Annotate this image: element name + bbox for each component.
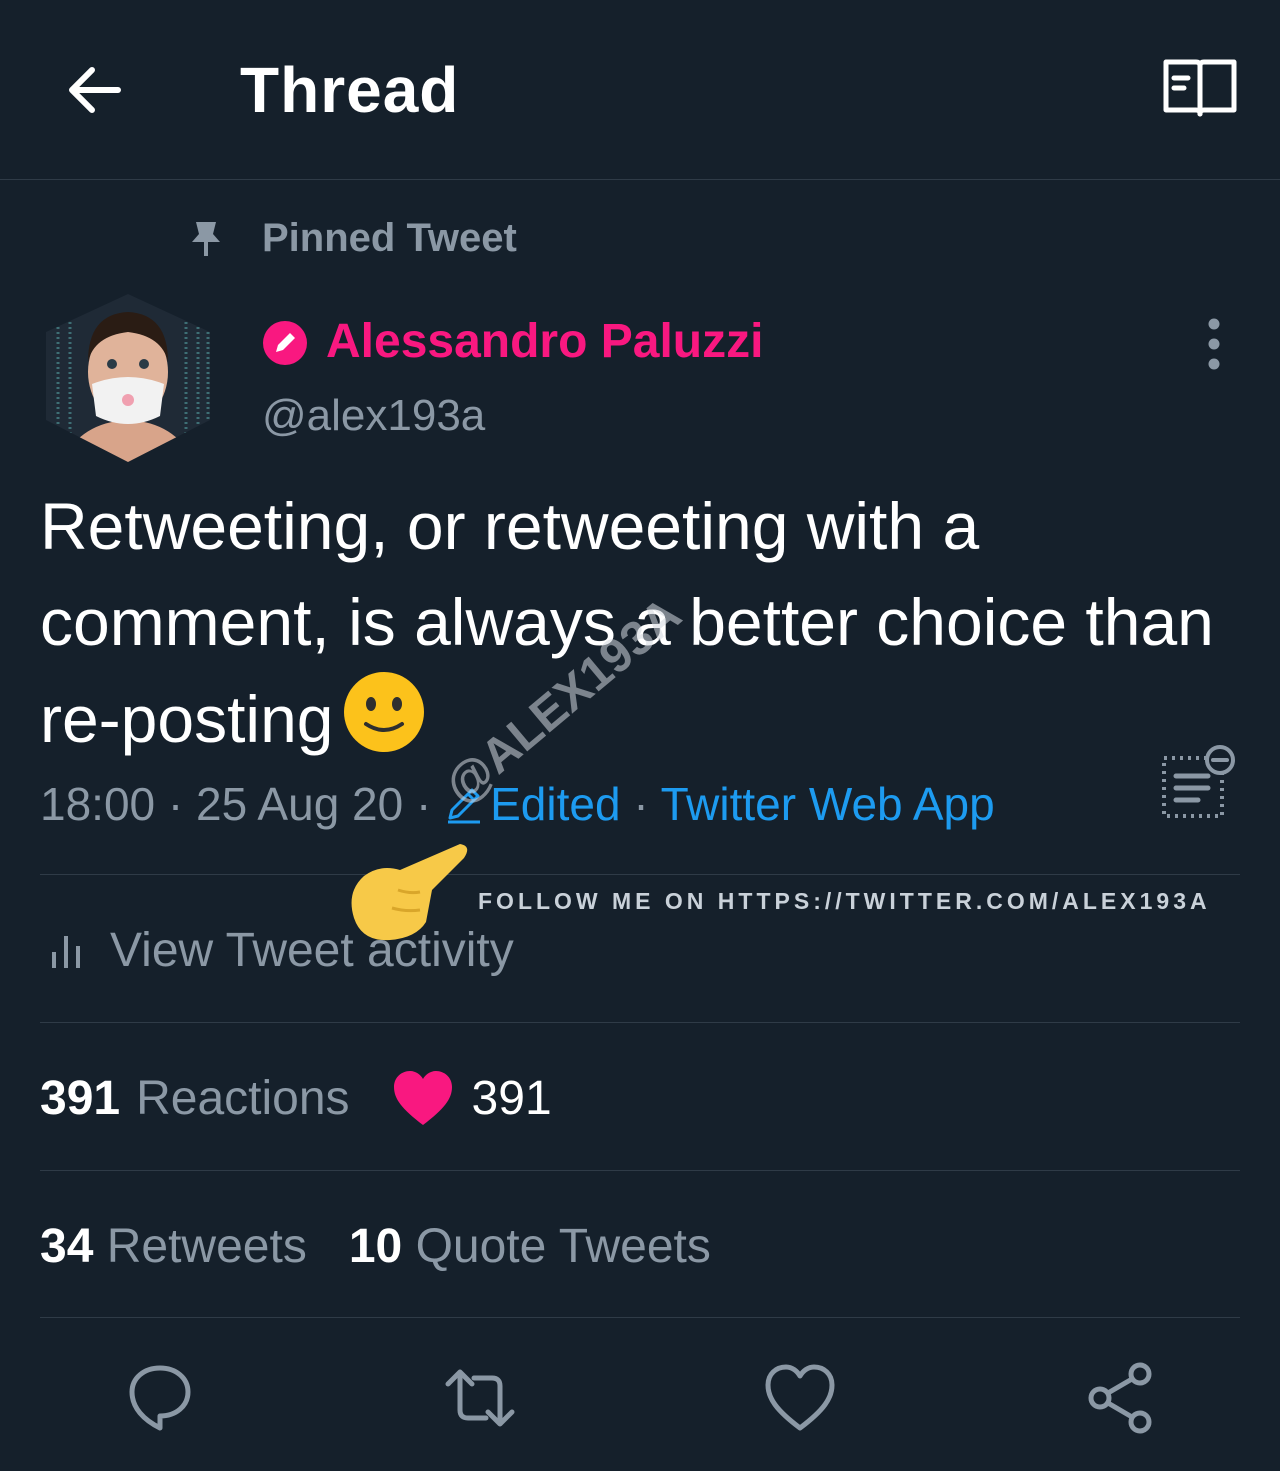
back-arrow-icon[interactable] (60, 55, 130, 125)
retweets-stat[interactable]: 34 Retweets (40, 1219, 307, 1274)
retweet-counts-row: 34 Retweets 10 Quote Tweets (40, 1214, 711, 1278)
heart-filled-icon (392, 1069, 454, 1127)
tweet-date: 25 Aug 20 (196, 778, 404, 830)
source-link[interactable]: Twitter Web App (661, 778, 995, 830)
divider (40, 874, 1240, 875)
meta-separator: · (403, 778, 445, 830)
author-name[interactable]: Alessandro Paluzzi (326, 312, 763, 372)
tweet-time: 18:00 (40, 778, 156, 830)
author-handle[interactable]: @alex193a (262, 388, 485, 444)
analytics-bars-icon (48, 930, 88, 970)
edited-label: Edited (490, 778, 621, 830)
quotes-label: Quote Tweets (415, 1219, 711, 1273)
more-options-icon[interactable] (1192, 316, 1236, 372)
pinned-tweet-label: Pinned Tweet (262, 216, 517, 260)
retweets-label: Retweets (106, 1219, 307, 1273)
avatar[interactable] (40, 292, 216, 464)
likes-count: 391 (471, 1071, 552, 1125)
reader-mode-icon[interactable] (1160, 56, 1240, 120)
tweet-notes-icon[interactable] (1158, 742, 1240, 826)
edit-pencil-badge-icon (262, 320, 308, 366)
divider (40, 1170, 1240, 1171)
share-icon[interactable] (1080, 1358, 1160, 1438)
reactions-label: Reactions (136, 1071, 350, 1125)
quotes-count: 10 (348, 1219, 403, 1273)
pin-icon (188, 218, 224, 258)
watermark-follow-text: FOLLOW ME ON HTTPS://TWITTER.COM/ALEX193… (478, 888, 1211, 914)
quotes-stat[interactable]: 10 Quote Tweets (349, 1219, 711, 1274)
pointing-hand-icon (340, 830, 470, 950)
page-title: Thread (240, 54, 460, 126)
slightly-smiling-face-icon (342, 670, 426, 754)
reactions-row[interactable]: 391 Reactions 391 (40, 1066, 552, 1130)
reactions-count: 391 (40, 1071, 121, 1125)
like-icon[interactable] (760, 1358, 840, 1438)
top-bar (0, 0, 1280, 180)
retweet-icon[interactable] (440, 1358, 520, 1438)
tweet-meta: 18:00 · 25 Aug 20 · Edited · Twitter Web… (40, 772, 995, 836)
reply-icon[interactable] (120, 1358, 200, 1438)
retweets-count: 34 (40, 1219, 94, 1273)
meta-separator: · (620, 778, 661, 830)
meta-separator: · (155, 778, 197, 830)
divider (40, 1317, 1240, 1318)
divider (40, 1022, 1240, 1023)
